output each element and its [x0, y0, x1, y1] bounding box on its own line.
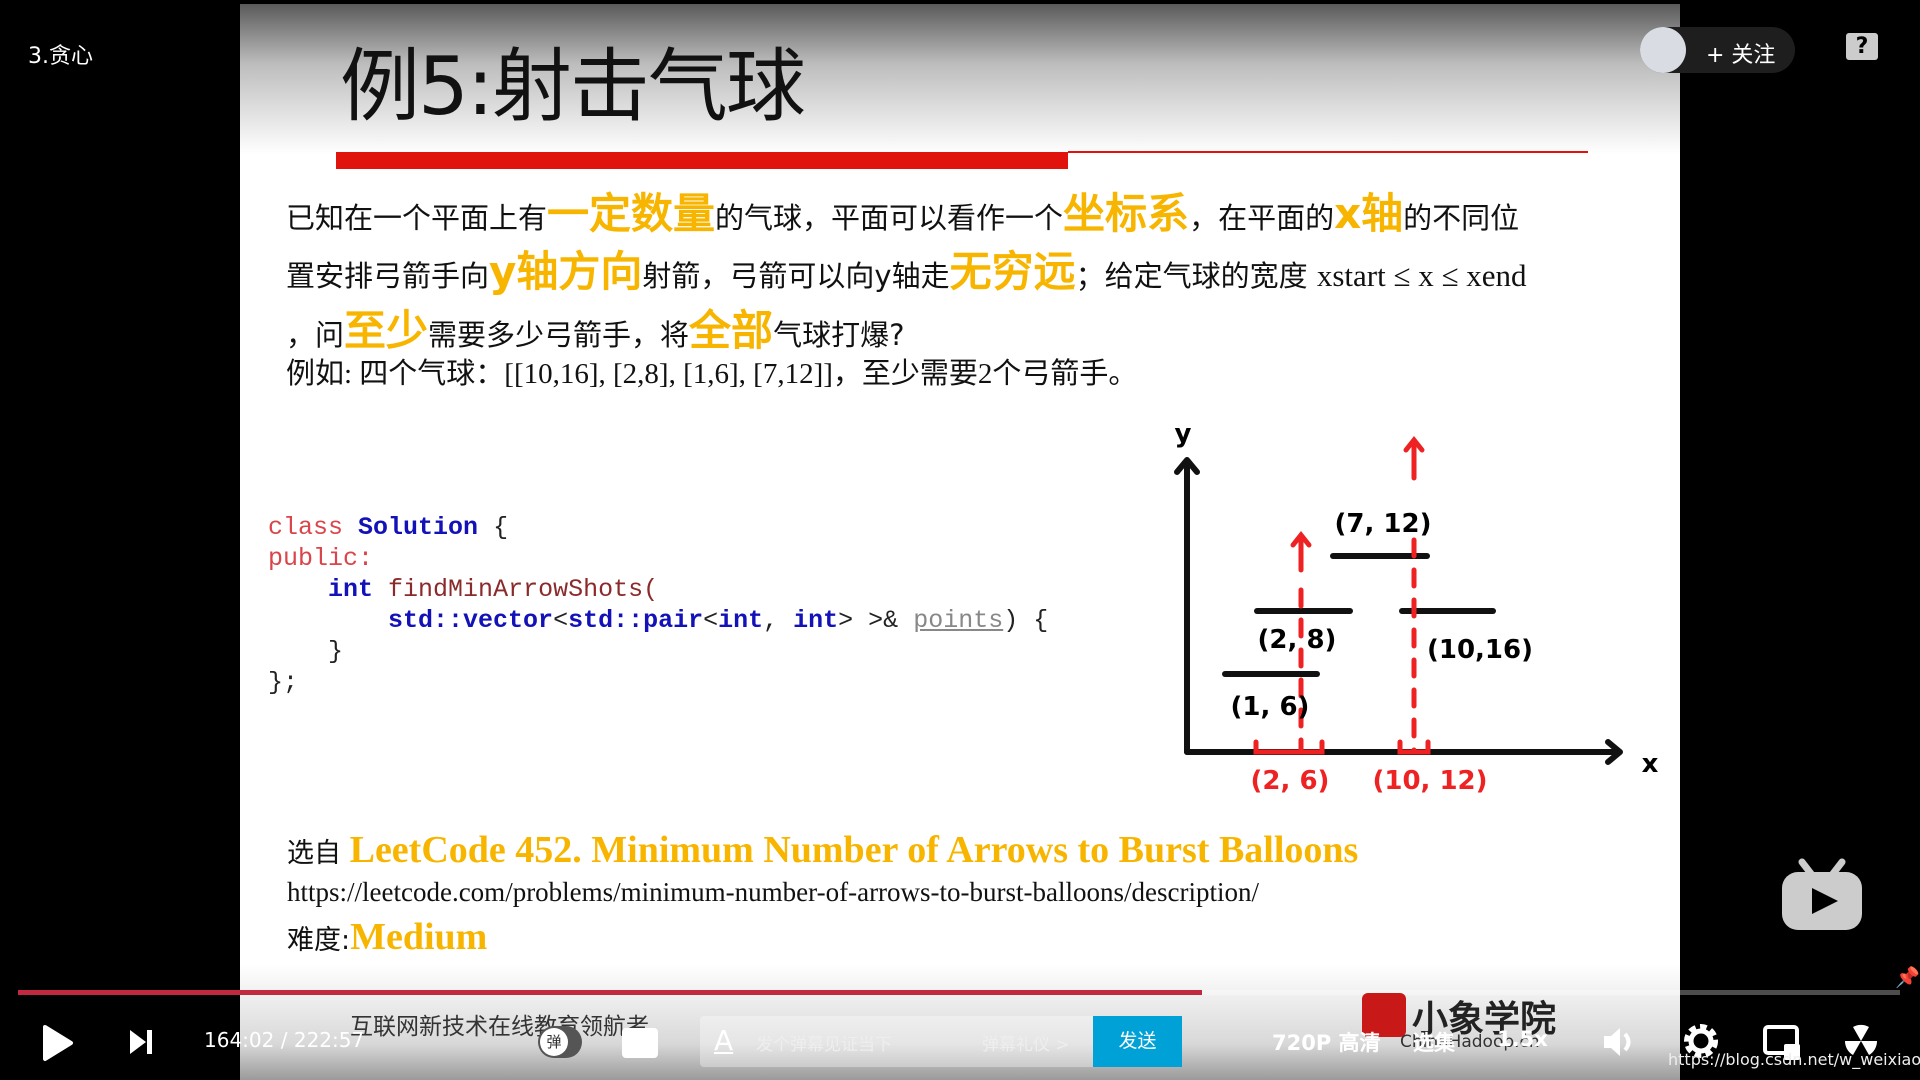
question-bubble-icon[interactable]: ?	[1846, 33, 1878, 60]
balloon-label: (7, 12)	[1335, 509, 1432, 539]
episode-title: 3.贪心	[28, 44, 93, 69]
send-button[interactable]: 发送	[1093, 1016, 1182, 1067]
x-axis-label: x	[1642, 749, 1659, 779]
arrow-2	[1403, 435, 1425, 481]
balloon-label: (1, 6)	[1231, 692, 1310, 722]
overlap-2-6	[1253, 739, 1325, 755]
y-axis-label: y	[1175, 419, 1192, 449]
play-icon[interactable]	[42, 1024, 74, 1062]
difficulty: 难度:Medium	[287, 916, 488, 958]
uploader-avatar[interactable]	[1640, 27, 1686, 73]
progress-fill[interactable]	[18, 990, 1202, 995]
follow-button[interactable]: + 关注	[1640, 27, 1795, 73]
overlap-label: (2, 6)	[1251, 766, 1330, 796]
quality-button[interactable]: 720P 高清	[1272, 1027, 1381, 1057]
source-line: 选自 LeetCode 452. Minimum Number of Arrow…	[287, 829, 1359, 871]
tv-play-icon[interactable]	[1780, 850, 1864, 930]
watermark: https://blog.csdn.net/w_weixiaotao	[1668, 1050, 1920, 1069]
source-title: LeetCode 452. Minimum Number of Arrows t…	[349, 829, 1359, 871]
slide-footer-slogan: 互联网新技术在线教育领航者	[350, 1014, 649, 1040]
balloon-label: (2, 8)	[1258, 625, 1337, 655]
danmaku-style-icon[interactable]: A	[714, 1024, 733, 1057]
speed-button[interactable]: 1.5x	[1497, 1027, 1548, 1051]
overlap-10-12	[1397, 739, 1431, 755]
volume-icon[interactable]	[1602, 1024, 1634, 1060]
pin-icon[interactable]: 📌	[1895, 965, 1920, 989]
danmaku-etiquette-link[interactable]: 弹幕礼仪 >	[982, 1030, 1070, 1055]
next-icon[interactable]	[128, 1028, 154, 1056]
balloon-label: (10,16)	[1427, 635, 1533, 665]
danmaku-input[interactable]: A 发个弹幕见证当下 弹幕礼仪 >	[700, 1016, 1093, 1067]
danmaku-toggle[interactable]: 弹	[538, 1026, 582, 1058]
episodes-button[interactable]: 选集	[1413, 1027, 1455, 1057]
time-display: 164:02 / 222:57	[204, 1028, 365, 1052]
danmaku-settings-icon[interactable]	[622, 1028, 658, 1058]
y-axis	[1174, 457, 1200, 755]
problem-url: https://leetcode.com/problems/minimum-nu…	[287, 877, 1259, 907]
overlap-label: (10, 12)	[1372, 766, 1487, 796]
